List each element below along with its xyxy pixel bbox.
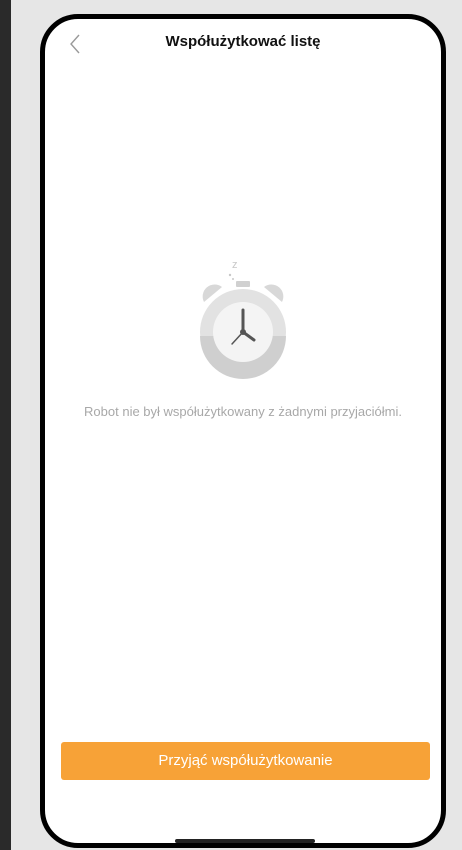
accept-sharing-button[interactable]: Przyjąć współużytkowanie <box>61 742 430 780</box>
sleep-z-glyph: z <box>232 259 238 271</box>
empty-state-message: Robot nie był współużytkowany z żadnymi … <box>84 404 402 419</box>
home-indicator <box>175 839 315 843</box>
alarm-clock-sleeping-icon: z <box>200 259 286 379</box>
navigation-bar: Współużytkować listę <box>45 19 441 69</box>
background-edge <box>0 0 11 850</box>
empty-state: z Robot nie był współużytkowany z żadnym… <box>45 254 441 421</box>
page-title: Współużytkować listę <box>165 33 321 50</box>
phone-screen: Współużytkować listę z Robot nie był wsp… <box>40 14 446 848</box>
